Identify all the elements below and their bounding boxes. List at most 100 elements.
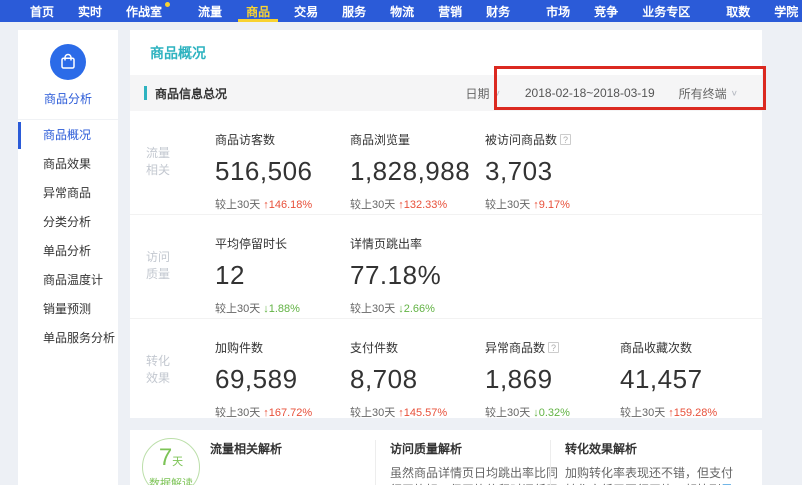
metric-value: 1,869 (485, 364, 620, 395)
sidebar-item-sales-forecast[interactable]: 销量预测 (18, 296, 118, 323)
group-label: 转化 效果 (146, 339, 215, 387)
metric-value: 3,703 (485, 156, 620, 187)
metric-detail-bounce-rate: 详情页跳出率 77.18% 较上30天↓2.66% (350, 235, 485, 316)
metric-compare: 较上30天↓1.88% (215, 300, 350, 316)
nav-label: 实时 (78, 3, 102, 20)
terminal-dropdown[interactable]: 所有终端 ∨ (669, 85, 748, 102)
metric-abnormal-products: 异常商品数? 1,869 较上30天↓0.32% (485, 339, 620, 418)
nav-item-products[interactable]: 商品 (234, 0, 282, 22)
nav-item-finance[interactable]: 财务 (474, 0, 522, 22)
nav-item-home[interactable]: 首页 (18, 0, 66, 22)
group-label: 流量 相关 (146, 131, 215, 179)
column-divider (550, 440, 551, 485)
insight-text: 虽然商品详情页日均跳出率比同行平均好，但平均停留时间低于同行平均，请关注页面排版… (390, 465, 562, 485)
nav-item-logistics[interactable]: 物流 (378, 0, 426, 22)
metric-value: 69,589 (215, 364, 350, 395)
sidebar-item-product-service-analysis[interactable]: 单品服务分析 (18, 325, 118, 352)
nav-item-market[interactable]: 市场 (534, 0, 582, 22)
metric-compare: 较上30天↑146.18% (215, 196, 350, 212)
metric-compare: 较上30天↑159.28% (620, 404, 755, 418)
section-title: 商品信息总况 (155, 85, 227, 102)
nav-item-marketing[interactable]: 营销 (426, 0, 474, 22)
metric-product-visitors: 商品访客数 516,506 较上30天↑146.18% (215, 131, 350, 212)
metric-value: 1,828,988 (350, 156, 485, 187)
sidebar-item-product-overview[interactable]: 商品概况 (18, 122, 118, 149)
metric-label: 平均停留时长 (215, 235, 350, 252)
metric-value: 516,506 (215, 156, 350, 187)
insights-panel: 7天 数据解读 流量相关解析 访问质量解析 虽然商品详情页日均跳出率比同行平均好… (130, 430, 762, 485)
nav-label: 交易 (294, 3, 318, 20)
metric-row-conversion: 转化 效果 加购件数 69,589 较上30天↑167.72% 支付件数 8,7… (130, 319, 762, 418)
sidebar: 商品分析 商品概况 商品效果 异常商品 分类分析 单品分析 商品温度计 销量预测… (18, 30, 118, 485)
nav-item-data-extract[interactable]: 取数 (714, 0, 762, 22)
group-label: 访问 质量 (146, 235, 215, 283)
section-header: 商品信息总况 日期 ∨ 2018-02-18~2018-03-19 所有终端 ∨ (130, 75, 762, 111)
nav-item-business-zone[interactable]: 业务专区 (630, 0, 702, 22)
metric-compare: 较上30天↑9.17% (485, 196, 620, 212)
insight-text: 加购转化率表现还不错，但支付转化率低于同行平均，赶快到异常商品并结合使用商品温度… (565, 465, 737, 485)
metric-value: 77.18% (350, 260, 485, 291)
nav-item-academy[interactable]: 学院 (762, 0, 802, 22)
column-divider (375, 440, 376, 485)
metric-label: 商品浏览量 (350, 131, 485, 148)
metric-compare: 较上30天↓0.32% (485, 404, 620, 418)
metric-product-favorites: 商品收藏次数 41,457 较上30天↑159.28% (620, 339, 755, 418)
metric-compare: 较上30天↑145.57% (350, 404, 485, 418)
nav-item-realtime[interactable]: 实时 (66, 0, 114, 22)
sidebar-item-single-product-analysis[interactable]: 单品分析 (18, 238, 118, 265)
metric-avg-stay-time: 平均停留时长 12 较上30天↓1.88% (215, 235, 350, 316)
notification-dot-icon (165, 2, 170, 7)
badge-number: 7 (159, 444, 172, 471)
metric-row-visit-quality: 访问 质量 平均停留时长 12 较上30天↓1.88% 详情页跳出率 77.18… (130, 215, 762, 319)
metric-value: 8,708 (350, 364, 485, 395)
date-range-picker[interactable]: 2018-02-18~2018-03-19 (511, 86, 669, 100)
nav-label: 取数 (726, 3, 750, 20)
metric-label: 加购件数 (215, 339, 350, 356)
help-icon[interactable]: ? (560, 134, 571, 145)
main-panel: 商品概况 商品信息总况 日期 ∨ 2018-02-18~2018-03-19 所… (130, 30, 762, 418)
badge-unit: 天 (172, 456, 183, 468)
nav-item-trade[interactable]: 交易 (282, 0, 330, 22)
nav-item-war-room[interactable]: 作战室 (114, 0, 174, 22)
nav-item-competition[interactable]: 竞争 (582, 0, 630, 22)
nav-label: 市场 (546, 3, 570, 20)
nav-label: 营销 (438, 3, 462, 20)
date-type-dropdown[interactable]: 日期 ∨ (456, 85, 511, 102)
section-accent-bar (144, 86, 147, 100)
nav-label: 学院 (774, 3, 798, 20)
help-icon[interactable]: ? (548, 342, 559, 353)
nav-item-traffic[interactable]: 流量 (186, 0, 234, 22)
insight-visit-quality: 访问质量解析 虽然商品详情页日均跳出率比同行平均好，但平均停留时间低于同行平均，… (390, 440, 562, 485)
metric-product-pageviews: 商品浏览量 1,828,988 较上30天↑132.33% (350, 131, 485, 212)
metric-paid-items: 支付件数 8,708 较上30天↑145.57% (350, 339, 485, 418)
nav-label: 流量 (198, 3, 222, 20)
sidebar-title: 商品分析 (18, 90, 118, 107)
metric-compare: 较上30天↑167.72% (215, 404, 350, 418)
terminal-label: 所有终端 (679, 85, 727, 102)
nav-item-service[interactable]: 服务 (330, 0, 378, 22)
metric-label: 异常商品数? (485, 339, 620, 356)
sidebar-item-category-analysis[interactable]: 分类分析 (18, 209, 118, 236)
metric-compare: 较上30天↑132.33% (350, 196, 485, 212)
nav-label: 竞争 (594, 3, 618, 20)
page-title: 商品概况 (130, 30, 762, 75)
metric-label: 支付件数 (350, 339, 485, 356)
metric-value: 12 (215, 260, 350, 291)
insight-title: 访问质量解析 (390, 440, 562, 457)
nav-label: 业务专区 (642, 3, 690, 20)
insight-traffic: 流量相关解析 (210, 440, 370, 465)
shopping-bag-icon (50, 44, 86, 80)
insight-title: 转化效果解析 (565, 440, 737, 457)
metric-cart-adds: 加购件数 69,589 较上30天↑167.72% (215, 339, 350, 418)
insight-conversion: 转化效果解析 加购转化率表现还不错，但支付转化率低于同行平均，赶快到异常商品并结… (565, 440, 737, 485)
sidebar-item-abnormal-products[interactable]: 异常商品 (18, 180, 118, 207)
sidebar-item-product-thermometer[interactable]: 商品温度计 (18, 267, 118, 294)
nav-label: 财务 (486, 3, 510, 20)
date-type-label: 日期 (466, 85, 490, 102)
filter-bar: 日期 ∨ 2018-02-18~2018-03-19 所有终端 ∨ (456, 85, 748, 102)
metric-value: 41,457 (620, 364, 755, 395)
metric-label: 商品访客数 (215, 131, 350, 148)
nav-label: 作战室 (126, 3, 162, 20)
badge-caption: 数据解读 (143, 475, 199, 485)
sidebar-item-product-effect[interactable]: 商品效果 (18, 151, 118, 178)
